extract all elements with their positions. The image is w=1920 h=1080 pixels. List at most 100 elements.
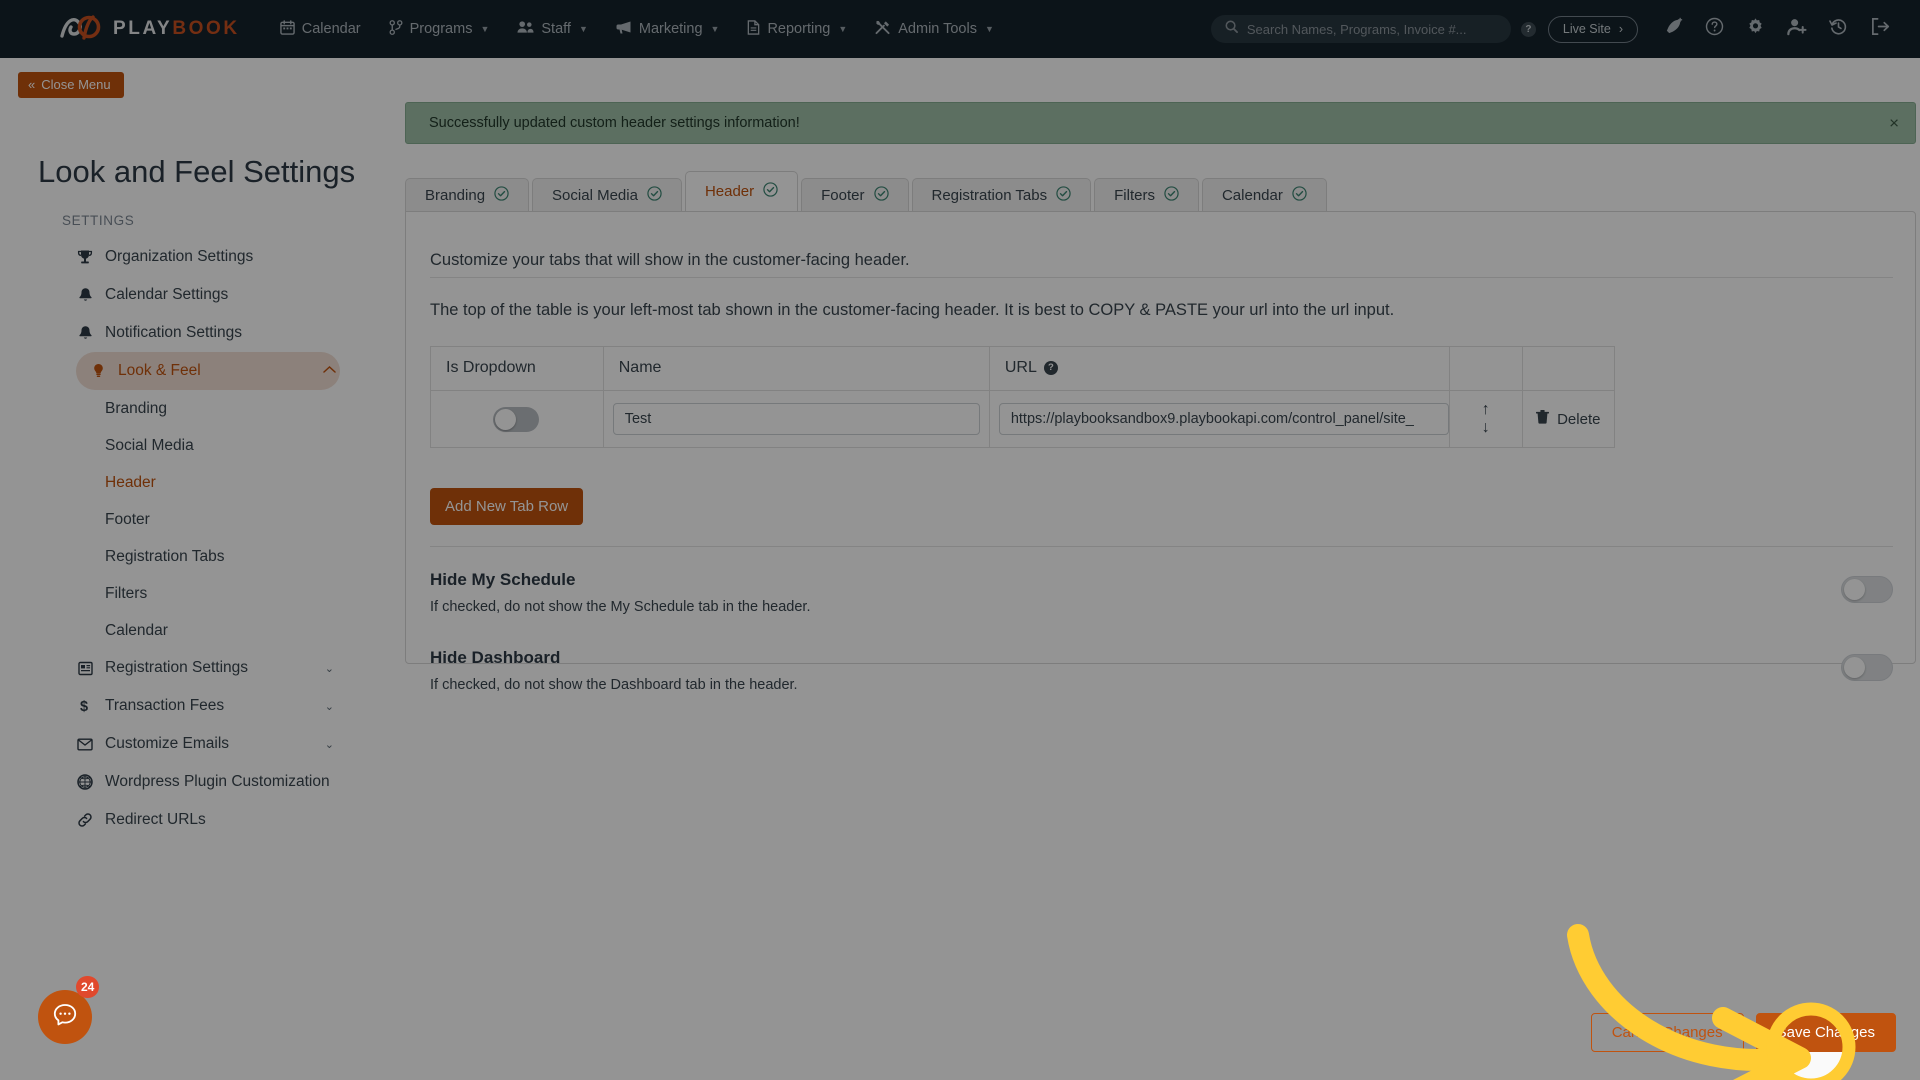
history-icon[interactable] xyxy=(1829,17,1848,41)
option-description: If checked, do not show the My Schedule … xyxy=(430,599,811,615)
column-header-name: Name xyxy=(602,346,990,391)
tab-branding[interactable]: Branding xyxy=(405,178,530,211)
help-circle-icon[interactable] xyxy=(1705,17,1724,41)
hide-dashboard-toggle[interactable] xyxy=(1841,654,1893,681)
sidebar-item-notification-settings[interactable]: Notification Settings xyxy=(76,314,338,352)
dollar-icon: $ xyxy=(76,698,94,714)
sitemap-icon xyxy=(389,19,403,39)
tab-social-media[interactable]: Social Media xyxy=(532,178,682,211)
option-title: Hide Dashboard xyxy=(430,648,561,667)
tab-label: Calendar xyxy=(1221,186,1283,204)
tab-filters[interactable]: Filters xyxy=(1094,178,1199,211)
is-dropdown-toggle[interactable] xyxy=(493,406,539,432)
chevron-down-icon: ▼ xyxy=(984,24,994,34)
nav-item-staff[interactable]: Staff ▼ xyxy=(517,20,588,38)
cell-is-dropdown xyxy=(430,390,604,448)
sidebar-subitem-calendar[interactable]: Calendar xyxy=(105,612,378,649)
chevron-right-icon: › xyxy=(1618,22,1623,36)
chat-widget-button[interactable] xyxy=(38,990,92,1044)
nav-item-label: Marketing xyxy=(638,21,703,37)
card-intro-line-2: The top of the table is your left-most t… xyxy=(430,301,1395,319)
footer-action-bar: Cancel Changes Save Changes xyxy=(1590,1013,1896,1052)
sidebar-section-label: SETTINGS xyxy=(62,213,135,228)
cell-order: ↑ ↓ xyxy=(1448,390,1523,448)
nav-item-marketing[interactable]: Marketing ▼ xyxy=(616,20,719,38)
nav-item-admin-tools[interactable]: Admin Tools ▼ xyxy=(875,20,994,39)
toggle-knob xyxy=(495,408,516,430)
hide-my-schedule-toggle[interactable] xyxy=(1841,576,1893,603)
url-help-icon[interactable]: ? xyxy=(1043,360,1058,375)
help-badge-icon[interactable]: ? xyxy=(1520,21,1536,37)
main-content: Successfully updated custom header setti… xyxy=(378,58,1920,1080)
close-menu-button[interactable]: « Close Menu xyxy=(18,72,124,98)
add-new-tab-row-button[interactable]: Add New Tab Row xyxy=(430,488,584,525)
tab-registration-tabs[interactable]: Registration Tabs xyxy=(911,178,1092,211)
sidebar-item-label: Transaction Fees xyxy=(105,697,225,714)
sidebar-item-label: Look & Feel xyxy=(118,362,201,379)
nav-item-reporting[interactable]: Reporting ▼ xyxy=(747,19,847,39)
chevron-down-icon: ▼ xyxy=(480,24,490,34)
cell-url xyxy=(988,390,1450,448)
tab-calendar[interactable]: Calendar xyxy=(1201,178,1327,211)
tab-label: Social Media xyxy=(552,186,638,204)
delete-row-button[interactable]: Delete xyxy=(1523,410,1614,428)
column-header-delete xyxy=(1521,346,1616,391)
sidebar-subitem-label: Branding xyxy=(105,399,168,417)
save-changes-button[interactable]: Save Changes xyxy=(1755,1013,1896,1052)
nav-item-programs[interactable]: Programs ▼ xyxy=(389,19,490,39)
tab-name-input[interactable] xyxy=(612,403,980,435)
search-input[interactable]: Search Names, Programs, Invoice #... xyxy=(1210,15,1511,43)
rocket-icon[interactable] xyxy=(1664,17,1683,41)
application-window: PLAYBOOK Calendar Programs ▼ Staff ▼ Mar… xyxy=(0,0,1920,1080)
header-settings-card: Customize your tabs that will show in th… xyxy=(405,211,1916,693)
gear-icon[interactable] xyxy=(1746,17,1765,41)
column-header-url-label: URL xyxy=(1004,359,1037,376)
sidebar-item-wordpress-plugin-customization[interactable]: Wordpress Plugin Customization xyxy=(76,763,338,801)
column-header-is-dropdown: Is Dropdown xyxy=(430,346,604,391)
sidebar-item-redirect-urls[interactable]: Redirect URLs xyxy=(76,801,338,839)
arrow-up-icon[interactable]: ↑ xyxy=(1450,401,1522,419)
tab-url-input[interactable] xyxy=(998,403,1449,435)
sidebar-item-registration-settings[interactable]: Registration Settings ⌄ xyxy=(76,649,338,687)
check-circle-icon xyxy=(873,185,889,205)
tab-footer[interactable]: Footer xyxy=(801,178,909,211)
nav-item-calendar[interactable]: Calendar xyxy=(279,19,361,39)
cancel-changes-button[interactable]: Cancel Changes xyxy=(1590,1013,1744,1052)
logout-icon[interactable] xyxy=(1870,17,1890,41)
add-user-icon[interactable] xyxy=(1787,17,1807,41)
check-circle-icon xyxy=(1164,185,1179,205)
brand-logo[interactable]: PLAYBOOK xyxy=(60,14,240,45)
chevron-down-icon: ⌄ xyxy=(324,700,334,713)
sidebar-item-transaction-fees[interactable]: $ Transaction Fees ⌄ xyxy=(76,687,338,725)
sidebar-menu: Organization Settings Calendar Settings … xyxy=(0,238,378,839)
sidebar-item-calendar-settings[interactable]: Calendar Settings xyxy=(76,276,338,314)
calendar-icon xyxy=(279,19,295,39)
chevron-up-icon xyxy=(323,365,336,377)
option-description: If checked, do not show the Dashboard ta… xyxy=(430,677,798,693)
tabs-table: Is Dropdown Name URL? Test https://playb… xyxy=(430,346,1616,448)
top-navigation-bar: PLAYBOOK Calendar Programs ▼ Staff ▼ Mar… xyxy=(0,0,1920,58)
sidebar-subitem-branding[interactable]: Branding xyxy=(105,390,378,427)
check-circle-icon xyxy=(1056,185,1071,205)
tab-header[interactable]: Header xyxy=(684,171,799,211)
arrow-down-icon[interactable]: ↓ xyxy=(1450,419,1522,437)
brand-name-first: PLAY xyxy=(113,18,173,39)
sidebar-item-look-and-feel[interactable]: Look & Feel xyxy=(76,352,340,390)
check-circle-icon xyxy=(494,185,509,205)
sidebar-subitem-header[interactable]: Header xyxy=(105,464,378,501)
sidebar-subitem-footer[interactable]: Footer xyxy=(105,501,378,538)
sidebar-subitem-social-media[interactable]: Social Media xyxy=(105,427,378,464)
sidebar-subitem-registration-tabs[interactable]: Registration Tabs xyxy=(105,538,378,575)
sidebar-subitem-label: Calendar xyxy=(105,621,168,639)
form-icon xyxy=(76,661,94,676)
close-icon[interactable]: × xyxy=(1889,115,1899,132)
nav-item-label: Calendar xyxy=(301,21,361,37)
chevron-down-icon: ▼ xyxy=(578,24,588,34)
sidebar-subitem-label: Social Media xyxy=(105,436,194,454)
live-site-button[interactable]: Live Site › xyxy=(1547,15,1638,43)
nav-item-label: Admin Tools xyxy=(898,21,977,37)
sidebar-item-organization-settings[interactable]: Organization Settings xyxy=(76,238,338,276)
sidebar-subitem-filters[interactable]: Filters xyxy=(105,575,378,612)
tab-label: Footer xyxy=(821,186,865,204)
sidebar-item-customize-emails[interactable]: Customize Emails ⌄ xyxy=(76,725,338,763)
